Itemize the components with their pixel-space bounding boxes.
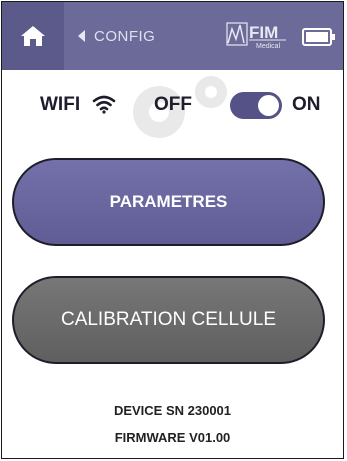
back-arrow-icon	[78, 30, 85, 42]
back-label: CONFIG	[94, 27, 156, 45]
wifi-toggle-knob	[258, 95, 279, 116]
logo-text: FIM	[249, 23, 278, 42]
battery-icon	[302, 28, 335, 46]
wifi-on-label: ON	[292, 94, 321, 115]
wifi-label: WIFI	[40, 94, 81, 115]
fim-medical-logo: FIM Medical	[226, 22, 286, 50]
home-button[interactable]	[2, 2, 64, 70]
wifi-off-label: OFF	[154, 94, 192, 115]
calibration-label: CALIBRATION CELLULE	[60, 309, 277, 330]
top-bar: CONFIG FIM Medical	[2, 2, 343, 70]
wifi-icon	[92, 95, 116, 114]
wifi-toggle[interactable]	[230, 92, 282, 119]
device-serial-number: DEVICE SN 230001	[113, 403, 232, 418]
device-screen: CONFIG FIM Medical WIFI OFF ON PARAMETRE…	[1, 1, 344, 459]
home-icon	[21, 26, 45, 46]
parametres-button[interactable]: PARAMETRES	[12, 158, 325, 246]
calibration-cellule-button[interactable]: CALIBRATION CELLULE	[12, 276, 325, 364]
firmware-version: FIRMWARE V01.00	[114, 430, 231, 445]
parametres-label: PARAMETRES	[109, 192, 228, 211]
logo-subtext: Medical	[256, 43, 281, 50]
back-button[interactable]: CONFIG	[78, 24, 155, 48]
wifi-setting-row: WIFI OFF ON	[2, 88, 343, 122]
